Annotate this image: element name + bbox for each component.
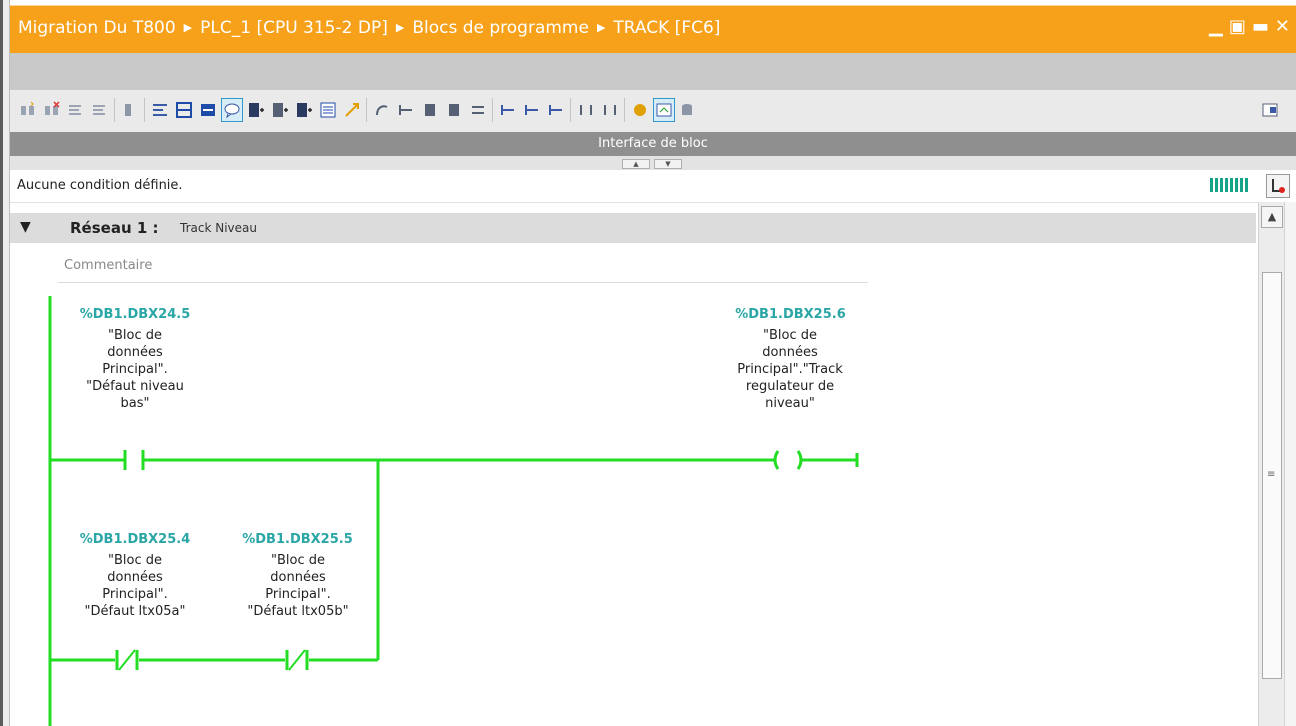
- symbol-line: "Défaut ltx05b": [247, 604, 349, 619]
- symbol-line: "Bloc de: [108, 328, 162, 343]
- symbol-line: Principal".: [102, 362, 168, 377]
- symbol-line: niveau": [765, 396, 815, 411]
- contact-no-default-level[interactable]: [123, 450, 145, 470]
- contact-1-symbol[interactable]: "Bloc de données Principal". "Défaut niv…: [60, 327, 210, 412]
- contact-2-address[interactable]: %DB1.DBX25.4: [75, 532, 195, 547]
- close-icon[interactable]: ✕: [1275, 16, 1290, 37]
- scroll-up-icon[interactable]: ▲: [1261, 206, 1283, 228]
- network-settings-icon[interactable]: [1266, 174, 1290, 198]
- symbol-line: données: [107, 345, 163, 360]
- contact-3-address[interactable]: %DB1.DBX25.5: [235, 532, 360, 547]
- symbol-line: Principal".: [265, 587, 331, 602]
- symbol-line: données: [270, 570, 326, 585]
- contact-nc-ltx05b[interactable]: [285, 649, 309, 671]
- symbol-line: "Défaut ltx05a": [84, 604, 186, 619]
- symbol-line: données: [762, 345, 818, 360]
- symbol-line: données: [107, 570, 163, 585]
- symbol-line: "Bloc de: [763, 328, 817, 343]
- symbol-line: "Défaut niveau: [86, 379, 184, 394]
- scroll-thumb[interactable]: ≡: [1262, 272, 1282, 679]
- symbol-line: regulateur de: [745, 379, 835, 394]
- symbol-line: Principal"."Track: [737, 362, 843, 377]
- coil-symbol[interactable]: "Bloc de données Principal"."Track regul…: [710, 327, 870, 412]
- contact-1-address[interactable]: %DB1.DBX24.5: [75, 307, 195, 322]
- coil-address[interactable]: %DB1.DBX25.6: [728, 307, 853, 322]
- panel-icon[interactable]: [1260, 99, 1280, 121]
- contact-2-symbol[interactable]: "Bloc de données Principal". "Défaut ltx…: [55, 552, 215, 620]
- vertical-scrollbar[interactable]: ▲ ≡: [1258, 202, 1285, 726]
- grip-icon: ≡: [1267, 469, 1276, 480]
- contact-3-symbol[interactable]: "Bloc de données Principal". "Défaut ltx…: [218, 552, 378, 620]
- symbol-line: "Bloc de: [108, 553, 162, 568]
- symbol-line: bas": [120, 396, 150, 411]
- window-right-border: [1284, 202, 1296, 726]
- contact-nc-ltx05a[interactable]: [115, 649, 139, 671]
- symbol-line: Principal".: [102, 587, 168, 602]
- symbol-line: "Bloc de: [271, 553, 325, 568]
- coil-track-regulator[interactable]: [773, 450, 803, 470]
